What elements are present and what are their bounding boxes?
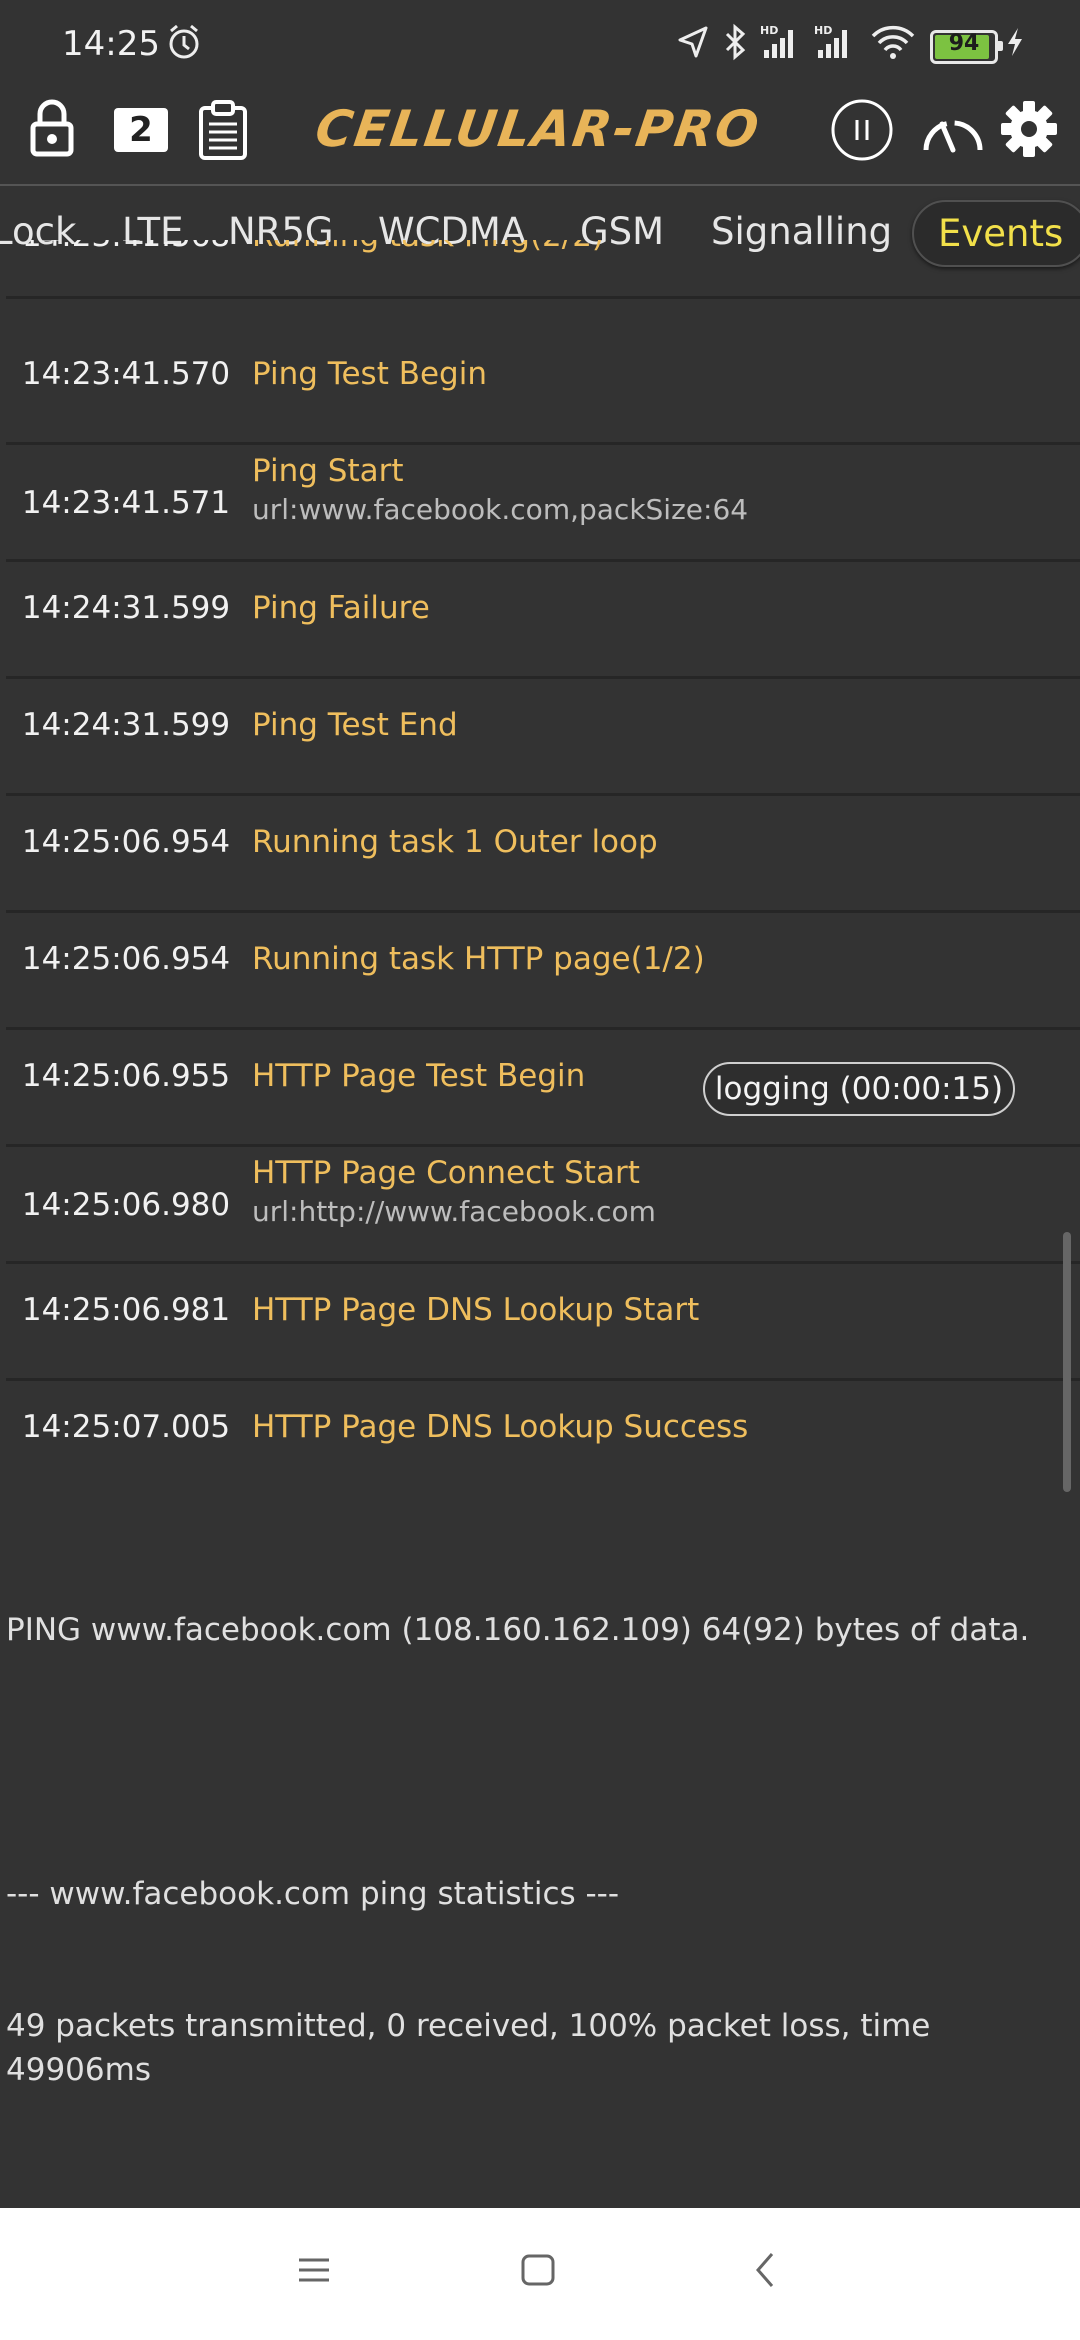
status-bar: 14:25 HD HD 94 xyxy=(0,0,1080,92)
list-item[interactable]: 14:23:41.571 Ping Start url:www.facebook… xyxy=(6,443,1080,562)
battery-icon: 94 xyxy=(930,30,1003,64)
gear-icon[interactable] xyxy=(1000,100,1058,158)
event-title: HTTP Page DNS Lookup Start xyxy=(252,1292,700,1328)
svg-text:HD: HD xyxy=(760,24,778,37)
list-item[interactable]: 14:24:31.599 Ping Failure xyxy=(6,560,1080,679)
event-title: Ping Test End xyxy=(252,707,458,743)
system-nav-bar xyxy=(0,2208,1080,2340)
signal-hd-icon: HD xyxy=(814,24,847,58)
event-title: Running task 1 Outer loop xyxy=(252,824,658,860)
svg-text:HD: HD xyxy=(814,24,832,37)
list-item[interactable]: 14:23:41.568 Running task Ping(2/2) xyxy=(6,240,1080,299)
charging-icon xyxy=(1008,28,1022,56)
event-time: 14:25:06.980 xyxy=(21,1187,231,1223)
event-title: Ping Failure xyxy=(252,590,430,626)
event-time: 14:23:41.568 xyxy=(16,240,236,254)
event-title: Running task HTTP page(1/2) xyxy=(252,941,705,977)
event-title: Running task Ping(2/2) xyxy=(252,240,604,254)
location-icon xyxy=(678,26,708,58)
app-brand-logo: CELLULAR-PRO xyxy=(311,100,764,158)
list-item[interactable]: 14:25:06.954 Running task 1 Outer loop xyxy=(6,794,1080,913)
clipboard-icon[interactable] xyxy=(196,98,250,162)
logging-status-badge[interactable]: logging (00:00:15) xyxy=(703,1062,1015,1116)
list-item[interactable]: 14:23:41.570 Ping Test Begin xyxy=(6,326,1080,445)
home-icon[interactable] xyxy=(518,2248,558,2292)
event-time: 14:24:31.599 xyxy=(21,707,231,743)
speedometer-icon[interactable] xyxy=(920,106,986,156)
pause-icon[interactable] xyxy=(830,98,894,162)
event-time: 14:25:06.954 xyxy=(21,941,231,977)
event-title: Ping Start xyxy=(252,453,404,489)
signal-hd-icon: HD xyxy=(760,24,793,58)
event-detail: url:www.facebook.com,packSize:64 xyxy=(252,493,749,526)
sim-badge-number: 2 xyxy=(129,110,153,150)
event-time: 14:25:06.954 xyxy=(21,824,231,860)
ping-log-line: PING www.facebook.com (108.160.162.109) … xyxy=(6,1612,1030,1648)
menu-icon[interactable] xyxy=(296,2248,332,2292)
scrollbar[interactable] xyxy=(1063,1232,1071,1492)
list-item[interactable]: 14:25:06.980 HTTP Page Connect Start url… xyxy=(6,1145,1080,1264)
event-title: HTTP Page DNS Lookup Success xyxy=(252,1409,749,1445)
alarm-icon xyxy=(169,24,199,59)
toolbar-divider xyxy=(0,184,1080,186)
event-time: 14:25:06.955 xyxy=(21,1058,231,1094)
events-list[interactable]: 14:23:41.568 Running task Ping(2/2) 14:2… xyxy=(0,240,1080,1490)
event-title: HTTP Page Connect Start xyxy=(252,1155,640,1191)
battery-level: 94 xyxy=(948,31,980,56)
bluetooth-icon xyxy=(725,23,746,61)
event-detail: url:http://www.facebook.com xyxy=(252,1195,656,1228)
battery-tip xyxy=(998,41,1003,51)
list-item[interactable]: 14:24:31.599 Ping Test End xyxy=(6,677,1080,796)
sim-badge-icon[interactable]: 2 xyxy=(114,108,168,152)
status-time: 14:25 xyxy=(62,24,160,64)
list-item[interactable]: 14:25:07.005 HTTP Page DNS Lookup Succes… xyxy=(6,1379,1080,1490)
ping-log: PING www.facebook.com (108.160.162.109) … xyxy=(6,1520,1066,2136)
ping-log-line: 49 packets transmitted, 0 received, 100%… xyxy=(6,2008,941,2088)
lock-icon[interactable] xyxy=(28,98,76,158)
wifi-icon xyxy=(871,25,915,59)
event-title: Ping Test Begin xyxy=(252,356,487,392)
event-time: 14:23:41.570 xyxy=(21,356,231,392)
event-time: 14:25:07.005 xyxy=(21,1409,231,1445)
event-time: 14:25:06.981 xyxy=(21,1292,231,1328)
event-time: 14:24:31.599 xyxy=(21,590,231,626)
event-title: HTTP Page Test Begin xyxy=(252,1058,586,1094)
event-time: 14:23:41.571 xyxy=(21,485,231,521)
back-icon[interactable] xyxy=(750,2248,780,2292)
list-item[interactable]: 14:25:06.981 HTTP Page DNS Lookup Start xyxy=(6,1262,1080,1381)
ping-log-spacer xyxy=(6,1740,1066,1784)
ping-log-line: --- www.facebook.com ping statistics --- xyxy=(6,1876,620,1912)
list-item[interactable]: 14:25:06.954 Running task HTTP page(1/2) xyxy=(6,911,1080,1030)
